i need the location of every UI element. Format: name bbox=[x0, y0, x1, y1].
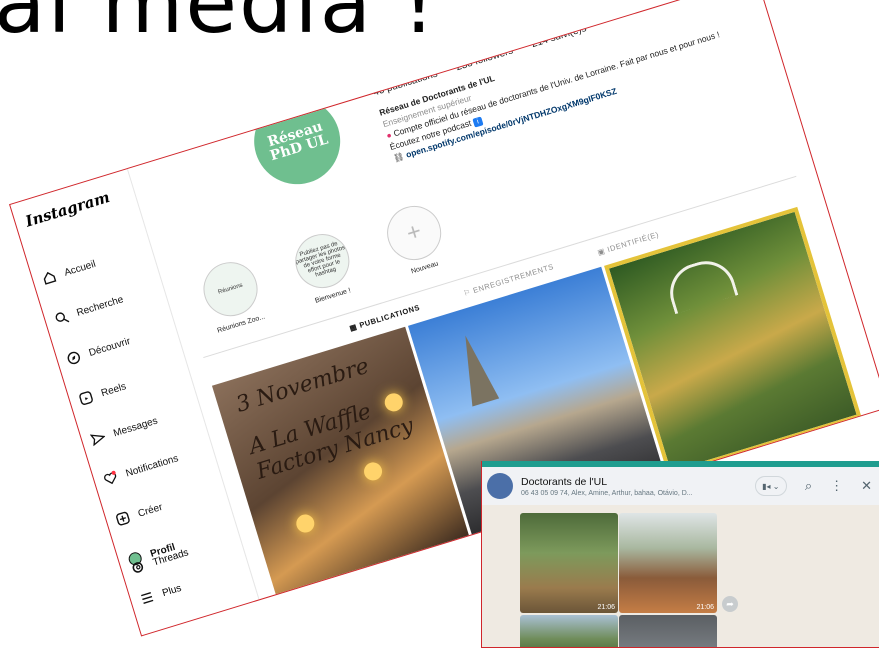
kiosk-image bbox=[662, 253, 739, 315]
chat-header-info: Doctorants de l'UL 06 43 05 09 74, Alex,… bbox=[521, 476, 693, 497]
search-icon bbox=[52, 308, 72, 328]
profile-picture[interactable]: Réseau PhD UL bbox=[243, 87, 351, 195]
chat-photo[interactable]: 21:06 bbox=[619, 513, 717, 613]
video-call-icon[interactable]: ▮◂ ⌄ bbox=[754, 476, 787, 496]
forward-icon[interactable]: ➦ bbox=[722, 596, 738, 612]
chat-photo[interactable] bbox=[619, 615, 717, 647]
home-icon bbox=[39, 268, 59, 288]
highlight-bienvenue[interactable]: Publiez pas de partager les photos de vo… bbox=[280, 225, 368, 310]
highlight-label: Nouveau bbox=[410, 260, 440, 276]
chat-title: Doctorants de l'UL bbox=[521, 475, 608, 488]
cathedral-image bbox=[451, 331, 500, 407]
highlight-cover: Réunions bbox=[196, 255, 265, 323]
nav-label: Reels bbox=[99, 380, 128, 399]
chat-header[interactable]: Doctorants de l'UL 06 43 05 09 74, Alex,… bbox=[482, 467, 879, 505]
nav-label: Threads bbox=[151, 546, 190, 568]
highlight-cover: Publiez pas de partager les photos de vo… bbox=[288, 227, 357, 295]
chat-body: 21:06 21:06 ➦ bbox=[482, 505, 879, 647]
chat-participants: 06 43 05 09 74, Alex, Amine, Arthur, bah… bbox=[521, 489, 693, 497]
plus-square-icon bbox=[113, 509, 133, 529]
instagram-logo[interactable]: Instagram bbox=[23, 188, 111, 231]
story-highlights: Réunions Réunions Zoo... Publiez pas de … bbox=[188, 197, 460, 338]
chat-photo[interactable]: 21:06 bbox=[520, 513, 618, 613]
threads-icon bbox=[128, 557, 148, 577]
nav-label: Plus bbox=[160, 582, 183, 599]
tag-icon: ▣ bbox=[596, 246, 607, 258]
pin-icon: ● bbox=[385, 129, 393, 141]
more-vertical-icon[interactable]: ⋮ bbox=[830, 478, 843, 494]
highlight-label: Bienvenue ! bbox=[314, 287, 352, 305]
highlight-label: Réunions Zoo... bbox=[216, 313, 266, 335]
whatsapp-window: Doctorants de l'UL 06 43 05 09 74, Alex,… bbox=[481, 461, 879, 648]
send-icon bbox=[88, 428, 108, 448]
link-icon: ⛓ bbox=[392, 150, 406, 164]
compass-icon bbox=[64, 348, 84, 368]
nav-label: Notifications bbox=[124, 452, 180, 480]
highlight-nouveau[interactable]: + Nouveau bbox=[372, 197, 460, 282]
highlight-reunions[interactable]: Réunions Réunions Zoo... bbox=[188, 253, 276, 338]
bookmark-icon: ⚐ bbox=[462, 287, 473, 298]
bio-text: Compte officiel du réseau de doctorants … bbox=[392, 29, 721, 139]
nav-label: Découvrir bbox=[87, 335, 132, 359]
nav-label: Accueil bbox=[62, 258, 97, 279]
grid-icon: ▦ bbox=[348, 321, 359, 333]
chat-photo[interactable] bbox=[520, 615, 618, 647]
search-icon[interactable]: ⌕ bbox=[805, 478, 812, 494]
post-text: 3 Novembre A La Waffle Factory Nancy bbox=[233, 346, 416, 485]
plus-icon: + bbox=[380, 199, 448, 267]
close-icon[interactable]: ✕ bbox=[861, 478, 872, 494]
nav-label: Créer bbox=[136, 501, 164, 520]
chat-toolbar: ▮◂ ⌄ ⌕ ⋮ ✕ bbox=[754, 476, 872, 496]
slide-title: al media ! bbox=[0, 0, 438, 52]
group-avatar[interactable] bbox=[487, 473, 513, 499]
heart-icon bbox=[101, 468, 121, 488]
reels-icon bbox=[76, 388, 96, 408]
light-decoration bbox=[294, 512, 317, 535]
nav-label: Recherche bbox=[75, 293, 125, 319]
nav-label: Messages bbox=[112, 415, 159, 439]
instagram-nav: Accueil Recherche Découvrir Reels Messag… bbox=[35, 237, 208, 581]
menu-icon bbox=[137, 588, 157, 608]
light-decoration bbox=[361, 460, 385, 483]
message-time: 21:06 bbox=[597, 604, 615, 611]
message-time: 21:06 bbox=[696, 604, 714, 611]
